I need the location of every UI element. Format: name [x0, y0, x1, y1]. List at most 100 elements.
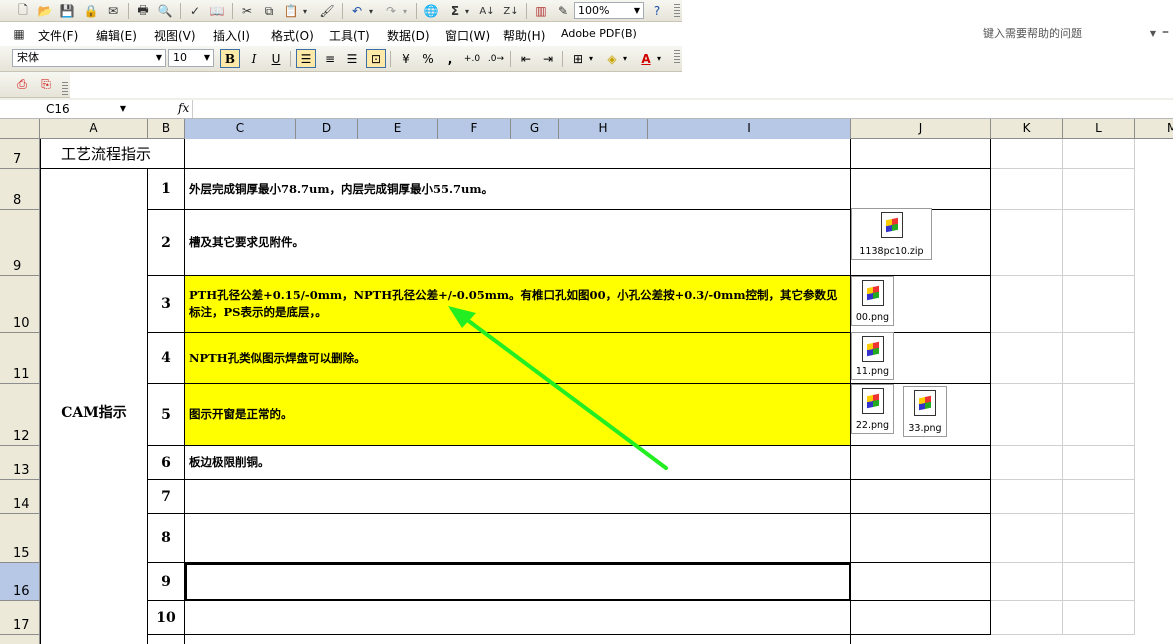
merge-center-icon[interactable]: ⊡	[366, 49, 386, 68]
formula-input[interactable]	[192, 100, 1173, 118]
align-right-icon[interactable]: ☰	[342, 49, 362, 68]
name-box[interactable]: C16 ▼	[4, 101, 128, 118]
item-number[interactable]: 9	[148, 563, 185, 601]
column-header-b[interactable]: B	[148, 119, 185, 139]
new-icon[interactable]: 🗋	[14, 2, 32, 20]
increase-indent-icon[interactable]: ⇥	[538, 49, 558, 68]
row-header-14[interactable]: 14	[0, 480, 40, 514]
row-header-7[interactable]: 7	[0, 139, 40, 169]
attachment-png[interactable]: 11.png	[851, 332, 894, 380]
row-header-16[interactable]: 16	[0, 563, 40, 601]
copy-icon[interactable]: ⧉	[260, 2, 278, 20]
item-text[interactable]: 槽及其它要求见附件。	[185, 210, 851, 276]
align-left-icon[interactable]: ☰	[296, 49, 316, 68]
row-header-10[interactable]: 10	[0, 276, 40, 333]
item-text[interactable]: 板边极限削铜。	[185, 446, 851, 480]
increase-decimal-icon[interactable]: +.0	[462, 49, 482, 68]
align-center-icon[interactable]: ≡	[320, 49, 340, 68]
cell-j7[interactable]	[851, 139, 991, 169]
print-icon[interactable]: 🖶	[134, 2, 152, 20]
permission-icon[interactable]: 🔒	[82, 2, 100, 20]
window-minimize-icon[interactable]: –	[1162, 24, 1169, 40]
redo-dropdown-icon[interactable]: ▾	[400, 2, 410, 20]
menu-help[interactable]: 帮助(H)	[503, 27, 545, 44]
redo-icon[interactable]: ↷	[382, 2, 400, 20]
font-color-dropdown-icon[interactable]: ▾	[654, 49, 664, 68]
column-header-l[interactable]: L	[1063, 119, 1135, 139]
undo-icon[interactable]: ↶	[348, 2, 366, 20]
hyperlink-icon[interactable]: 🌐	[422, 2, 440, 20]
column-header-f[interactable]: F	[438, 119, 511, 139]
column-header-d[interactable]: D	[296, 119, 358, 139]
row-header-17[interactable]: 17	[0, 601, 40, 635]
help-dropdown-icon[interactable]: ▼	[1150, 25, 1156, 43]
font-size-combo[interactable]: 10 ▼	[168, 49, 214, 67]
column-header-g[interactable]: G	[511, 119, 559, 139]
attachment-zip[interactable]: 1138pc10.zip	[851, 208, 932, 260]
cut-icon[interactable]: ✂	[238, 2, 256, 20]
paste-dropdown-icon[interactable]: ▾	[300, 2, 310, 20]
item-number[interactable]: 8	[148, 514, 185, 563]
menu-data[interactable]: 数据(D)	[387, 27, 430, 44]
row-header-9[interactable]: 9	[0, 210, 40, 276]
menu-insert[interactable]: 插入(I)	[213, 27, 250, 44]
item-text[interactable]: 图示开窗是正常的。	[185, 384, 851, 446]
menu-window[interactable]: 窗口(W)	[445, 27, 490, 44]
insert-function-button[interactable]: fx	[178, 101, 189, 115]
format-painter-icon[interactable]: 🖌	[318, 2, 336, 20]
column-header-a[interactable]: A	[40, 119, 148, 139]
zoom-dropdown-icon[interactable]: ▼	[631, 3, 643, 18]
font-dropdown-icon[interactable]: ▼	[154, 50, 164, 66]
item-text[interactable]	[185, 480, 851, 514]
menu-view[interactable]: 视图(V)	[154, 27, 196, 44]
item-number[interactable]: 3	[148, 276, 185, 333]
column-header-h[interactable]: H	[559, 119, 648, 139]
row-header-11[interactable]: 11	[0, 333, 40, 384]
item-number[interactable]: 4	[148, 333, 185, 384]
undo-dropdown-icon[interactable]: ▾	[366, 2, 376, 20]
item-text[interactable]	[185, 514, 851, 563]
item-text[interactable]: 外层完成铜厚最小78.7um，内层完成铜厚最小55.7um。	[185, 169, 851, 210]
menu-edit[interactable]: 编辑(E)	[96, 27, 137, 44]
email-icon[interactable]: ✉	[104, 2, 122, 20]
font-combo[interactable]: 宋体 ▼	[12, 49, 166, 67]
row-header-18[interactable]	[0, 635, 40, 644]
menu-adobe-pdf[interactable]: Adobe PDF(B)	[561, 27, 637, 40]
decrease-decimal-icon[interactable]: .0→	[486, 49, 506, 68]
currency-icon[interactable]: ¥	[396, 49, 416, 68]
column-header-j[interactable]: J	[851, 119, 991, 139]
row-header-8[interactable]: 8	[0, 169, 40, 210]
fill-color-dropdown-icon[interactable]: ▾	[620, 49, 630, 68]
help-icon[interactable]: ?	[648, 2, 666, 20]
percent-button[interactable]: %	[418, 49, 438, 68]
column-header-c[interactable]: C	[185, 119, 296, 139]
toolbar-options-icon[interactable]	[674, 4, 680, 18]
format-toolbar-options-icon[interactable]	[674, 50, 680, 64]
select-all-button[interactable]	[0, 119, 40, 139]
excel-doc-icon[interactable]: ▦	[10, 25, 28, 43]
convert-and-email-pdf-icon[interactable]: ⎘	[36, 75, 56, 94]
drawing-icon[interactable]: ✎	[554, 2, 572, 20]
item-number[interactable]: 1	[148, 169, 185, 210]
attachment-png[interactable]: 22.png	[851, 384, 894, 434]
item-number[interactable]: 7	[148, 480, 185, 514]
row-header-15[interactable]: 15	[0, 514, 40, 563]
borders-icon[interactable]: ⊞	[568, 49, 588, 68]
italic-button[interactable]: I	[244, 49, 264, 68]
chart-wizard-icon[interactable]: ▥	[532, 2, 550, 20]
convert-to-pdf-icon[interactable]: ⎙	[12, 75, 32, 94]
sort-descending-icon[interactable]: Z↓	[502, 2, 520, 20]
fill-color-icon[interactable]: ◈	[602, 49, 622, 68]
comma-button[interactable]: ,	[440, 49, 460, 68]
item-number[interactable]: 5	[148, 384, 185, 446]
active-cell-c16[interactable]	[185, 563, 851, 601]
column-header-m[interactable]: M	[1135, 119, 1173, 139]
cell-j14[interactable]	[851, 480, 991, 514]
item-number[interactable]	[148, 635, 185, 644]
paste-icon[interactable]: 📋	[282, 2, 300, 20]
pdf-toolbar-options-icon[interactable]	[62, 82, 68, 96]
cell-j8[interactable]	[851, 169, 991, 210]
menu-tools[interactable]: 工具(T)	[329, 27, 370, 44]
sort-ascending-icon[interactable]: A↓	[478, 2, 496, 20]
item-number[interactable]: 2	[148, 210, 185, 276]
